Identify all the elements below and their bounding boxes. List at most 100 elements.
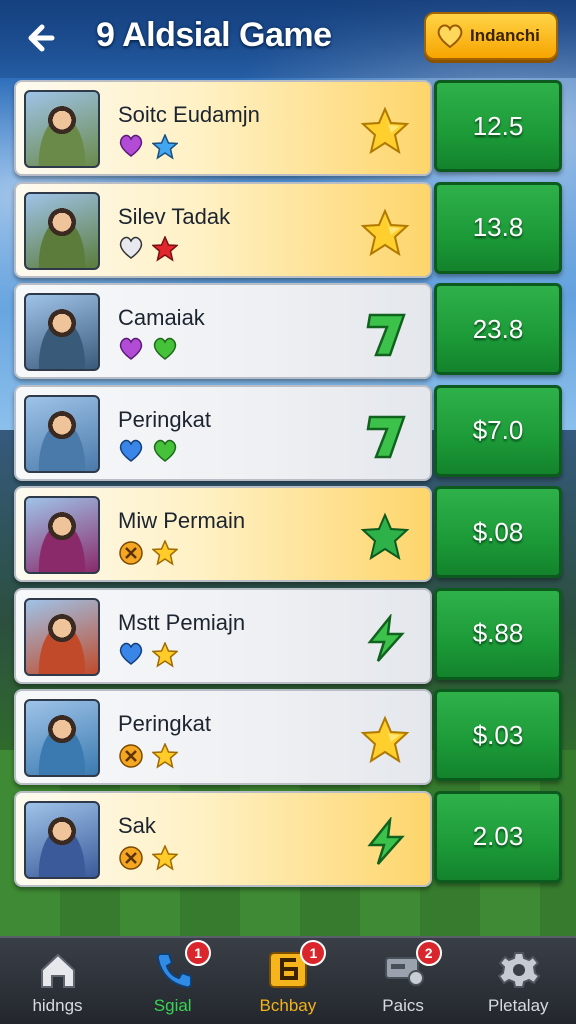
player-card[interactable]: Sak [14, 790, 432, 887]
player-score-box[interactable]: $7.0 [434, 384, 562, 477]
player-score-box[interactable]: 2.03 [434, 790, 562, 883]
leaderboard-row[interactable]: Soitc Eudamjn 12.5 [14, 80, 562, 176]
player-card[interactable]: Silev Tadak [14, 181, 432, 278]
player-avatar [24, 293, 100, 371]
gear-icon [497, 950, 541, 990]
player-name: Miw Permain [118, 508, 246, 533]
player-score: $.88 [472, 618, 524, 648]
player-card[interactable]: Peringkat [14, 689, 432, 785]
player-name: Peringkat [118, 711, 211, 736]
player-name: Camaiak [118, 305, 205, 330]
player-name: Silev Tadak [118, 203, 231, 229]
player-avatar [24, 597, 100, 676]
leaderboard-row[interactable]: Peringkat $.03 [14, 689, 562, 785]
blue-heart-icon [118, 642, 144, 673]
orange-coin-icon [118, 845, 144, 876]
notification-badge: 1 [300, 940, 327, 966]
player-avatar [24, 699, 100, 777]
leaderboard-row[interactable]: Mstt Pemiajn $.88 [14, 587, 562, 684]
leaderboard-row[interactable]: Miw Permain $.08 [14, 486, 562, 582]
back-arrow-icon [28, 24, 55, 52]
player-card[interactable]: Peringkat [14, 384, 432, 481]
player-card[interactable]: Soitc Eudamjn [14, 80, 432, 176]
player-name: Sak [118, 812, 156, 838]
nav-label: Sgial [153, 996, 192, 1015]
gold-star-icon [360, 106, 410, 156]
player-gems [118, 539, 179, 571]
notification-badge: 1 [185, 940, 212, 966]
player-name: Peringkat [118, 406, 211, 432]
nav-label: Pletalay [488, 996, 549, 1015]
player-gems [118, 133, 179, 165]
player-gems [118, 337, 178, 366]
green-bolt-icon [360, 612, 410, 664]
green-seven-icon [360, 411, 410, 461]
player-score: $.03 [472, 719, 524, 750]
nav-item-hidngs[interactable]: hidngs [0, 938, 115, 1024]
player-card[interactable]: Miw Permain [14, 486, 432, 582]
indanchi-label: Indanchi [470, 26, 540, 45]
player-score: $7.0 [472, 415, 524, 445]
gold-star-icon [151, 640, 179, 673]
player-avatar [24, 496, 100, 574]
player-name: Mstt Pemiajn [118, 609, 246, 635]
player-avatar [24, 90, 100, 168]
player-gems [118, 742, 179, 774]
home-icon [36, 950, 80, 990]
player-score: 13.8 [472, 212, 524, 242]
player-gems [118, 234, 179, 267]
gold-star-icon [151, 742, 179, 774]
player-gems [118, 439, 178, 468]
player-avatar [24, 800, 100, 879]
purple-heart-icon [118, 134, 144, 165]
blue-star-icon [151, 133, 179, 165]
player-score: 2.03 [472, 821, 524, 851]
bottom-nav: hidngs Sgial 1 Bchbay 1 Paics 2 Pletalay [0, 936, 576, 1024]
player-score-box[interactable]: $.88 [434, 587, 562, 680]
player-card[interactable]: Camaiak [14, 283, 432, 379]
player-score-box[interactable]: $.08 [434, 486, 562, 578]
purple-heart-icon [118, 337, 144, 366]
red-star-icon [151, 234, 179, 267]
silver-heart-icon [118, 236, 144, 267]
page-title: 9 Aldsial Game [96, 16, 332, 54]
player-score-box[interactable]: 23.8 [434, 283, 562, 375]
nav-item-sgial[interactable]: Sgial 1 [115, 938, 230, 1024]
back-button[interactable] [22, 16, 66, 60]
heart-icon [437, 24, 463, 49]
player-name: Soitc Eudamjn [118, 102, 260, 127]
green-seven-icon [360, 309, 410, 359]
player-card[interactable]: Mstt Pemiajn [14, 587, 432, 684]
player-score: 23.8 [472, 313, 524, 344]
leaderboard-row[interactable]: Silev Tadak 13.8 [14, 181, 562, 278]
nav-item-pletalay[interactable]: Pletalay [461, 938, 576, 1024]
player-score: $.08 [472, 516, 524, 547]
nav-item-paics[interactable]: Paics 2 [346, 938, 461, 1024]
player-score-box[interactable]: $.03 [434, 689, 562, 781]
player-gems [118, 843, 179, 876]
green-star-icon [360, 512, 410, 562]
player-score-box[interactable]: 12.5 [434, 80, 562, 172]
blue-heart-icon [118, 439, 144, 468]
gold-star-icon [151, 843, 179, 876]
leaderboard-row[interactable]: Camaiak 23.8 [14, 283, 562, 379]
player-score: 12.5 [472, 110, 524, 141]
nav-item-bchbay[interactable]: Bchbay 1 [230, 938, 345, 1024]
leaderboard-row[interactable]: Sak 2.03 [14, 790, 562, 887]
player-gems [118, 640, 179, 673]
nav-label: Bchbay [259, 996, 317, 1015]
green-heart-icon [152, 337, 178, 366]
green-heart-icon [152, 439, 178, 468]
notification-badge: 2 [415, 940, 442, 966]
orange-coin-icon [118, 540, 144, 571]
gold-star-icon [360, 207, 410, 258]
leaderboard-row[interactable]: Peringkat $7.0 [14, 384, 562, 481]
player-avatar [24, 191, 100, 270]
nav-label: hidngs [32, 996, 83, 1015]
player-score-box[interactable]: 13.8 [434, 181, 562, 274]
top-bar: 9 Aldsial Game Indanchi [0, 0, 576, 78]
orange-coin-icon [118, 743, 144, 774]
gold-star-icon [151, 539, 179, 571]
indanchi-button[interactable]: Indanchi [424, 12, 558, 60]
player-avatar [24, 394, 100, 473]
